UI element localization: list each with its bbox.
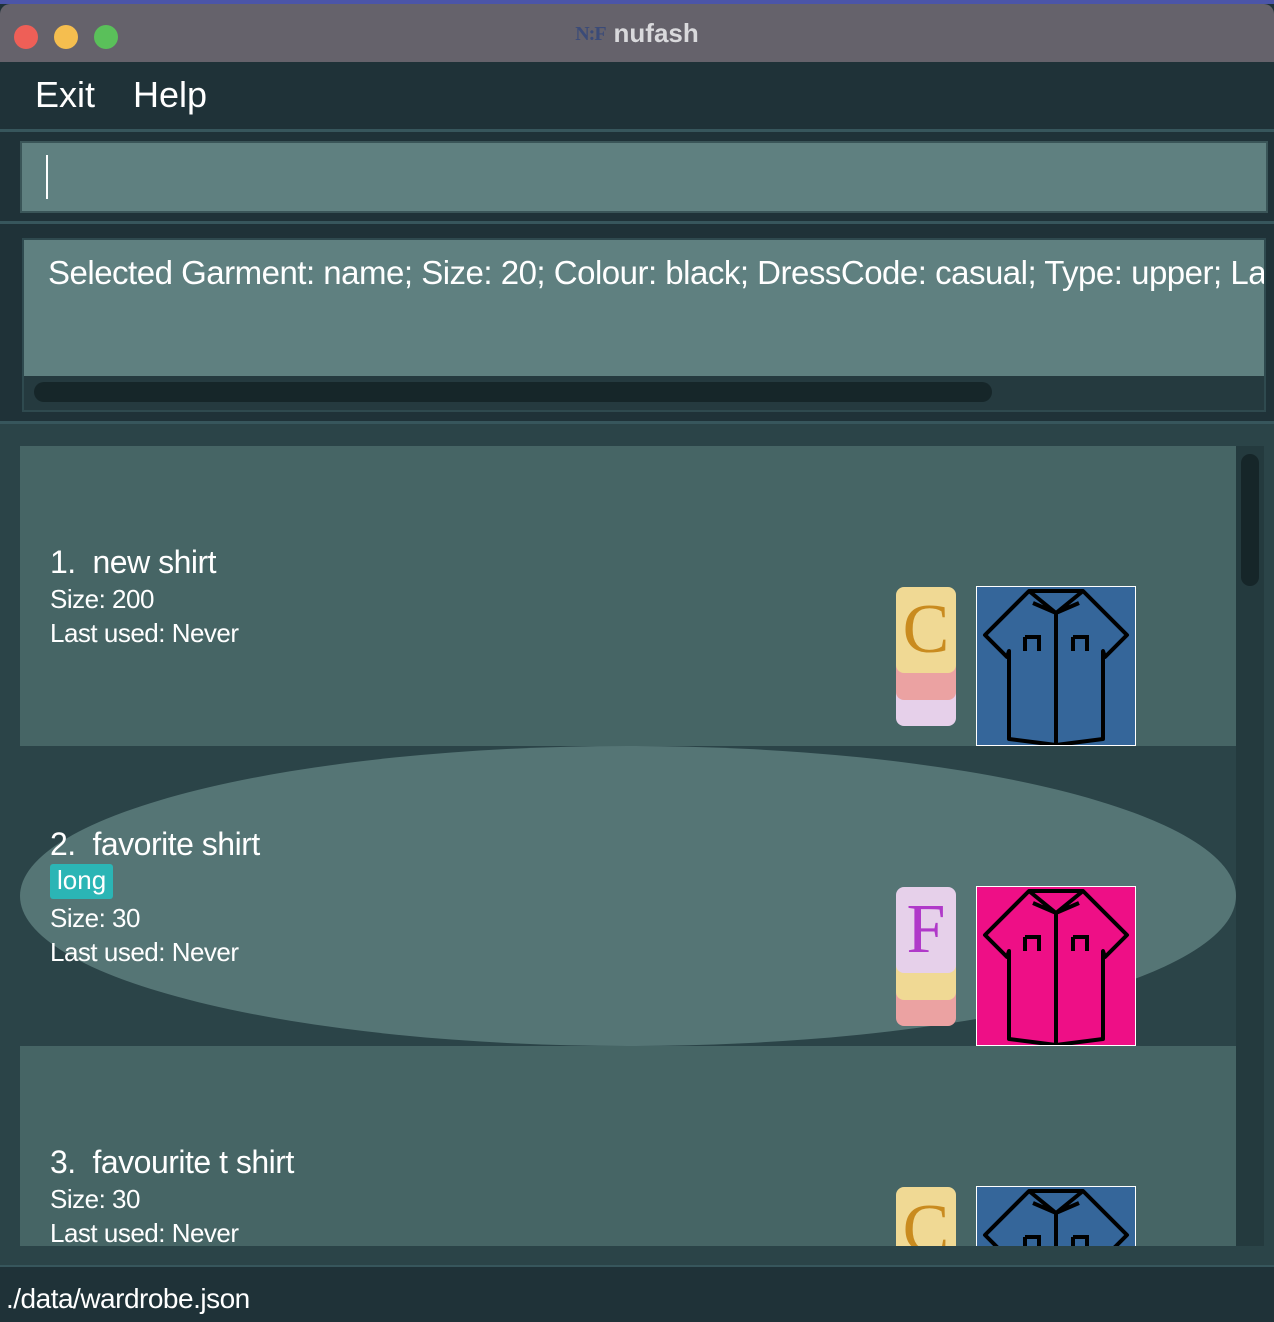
dresscode-chip: F xyxy=(896,887,956,973)
menu-bar: Exit Help xyxy=(0,62,1274,132)
garment-title: 2. favorite shirt xyxy=(50,826,260,863)
garment-name: favourite t shirt xyxy=(92,1144,294,1180)
vertical-scrollbar[interactable] xyxy=(1236,446,1264,1246)
app-logo-icon: N:F xyxy=(575,23,606,45)
garment-name: favorite shirt xyxy=(92,826,260,862)
garment-size: Size: 30 xyxy=(50,903,140,933)
divider xyxy=(0,221,1274,224)
garment-card[interactable]: 3. favourite t shirt Size: 30 Last used:… xyxy=(20,1046,1236,1246)
garment-last-used: Last used: Never xyxy=(50,937,239,967)
garment-index: 1. xyxy=(50,544,76,580)
garment-size: Size: 30 xyxy=(50,1184,140,1214)
garment-last-used: Last used: Never xyxy=(50,618,239,648)
menu-help[interactable]: Help xyxy=(133,74,207,116)
garment-index: 2. xyxy=(50,826,76,862)
garment-size: Size: 200 xyxy=(50,584,154,614)
shirt-icon xyxy=(976,1186,1136,1246)
status-bar: ./data/wardrobe.json xyxy=(0,1265,1274,1322)
garment-list-panel: 1. new shirt Size: 200 Last used: Never … xyxy=(0,424,1274,1265)
shirt-drawing xyxy=(983,1189,1129,1246)
garment-last-used: Last used: Never xyxy=(50,1218,239,1246)
garment-title: 1. new shirt xyxy=(50,544,217,581)
garment-list[interactable]: 1. new shirt Size: 200 Last used: Never … xyxy=(20,446,1236,1246)
storage-path: ./data/wardrobe.json xyxy=(6,1283,250,1314)
horizontal-scrollbar[interactable] xyxy=(24,376,1264,410)
title-bar: N:F nufash xyxy=(0,4,1274,62)
vertical-scroll-thumb[interactable] xyxy=(1241,454,1259,586)
garment-index: 3. xyxy=(50,1144,76,1180)
garment-tag: long xyxy=(50,864,114,899)
garment-card[interactable]: 1. new shirt Size: 200 Last used: Never … xyxy=(20,446,1236,747)
command-input[interactable] xyxy=(20,141,1268,213)
text-cursor xyxy=(46,155,48,199)
window-title-text: nufash xyxy=(613,18,699,48)
shirt-icon xyxy=(976,886,1136,1047)
menu-exit[interactable]: Exit xyxy=(35,74,95,116)
dresscode-chip: C xyxy=(896,1187,956,1246)
shirt-icon xyxy=(976,586,1136,747)
shirt-drawing xyxy=(983,889,1129,1047)
text-cursor-container xyxy=(22,143,82,207)
horizontal-scroll-thumb[interactable] xyxy=(34,382,992,402)
garment-name: new shirt xyxy=(92,544,217,580)
shirt-drawing xyxy=(983,589,1129,747)
garment-title: 3. favourite t shirt xyxy=(50,1144,294,1181)
result-text: Selected Garment: name; Size: 20; Colour… xyxy=(48,254,1266,291)
dresscode-chip: C xyxy=(896,587,956,673)
garment-card[interactable]: 2. favorite shirt long Size: 30 Last use… xyxy=(20,746,1236,1047)
window-title: N:F nufash xyxy=(0,18,1274,49)
result-display[interactable]: Selected Garment: name; Size: 20; Colour… xyxy=(22,238,1266,412)
